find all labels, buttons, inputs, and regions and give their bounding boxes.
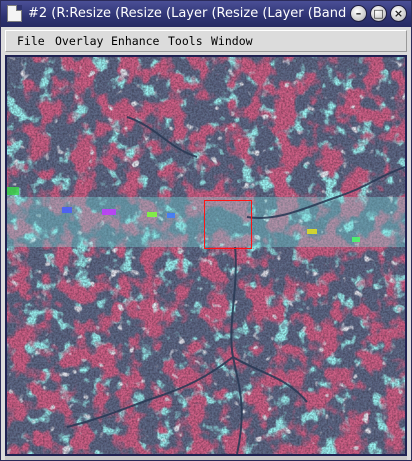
window-bottom-edge: [5, 456, 407, 460]
menu-enhance[interactable]: Enhance: [111, 33, 159, 50]
texture-layer: [7, 57, 405, 454]
maximize-button[interactable]: □: [370, 5, 387, 22]
document-icon: [7, 5, 22, 22]
title-bar[interactable]: #2 (R:Resize (Resize (Layer (Resize (Lay…: [1, 1, 411, 27]
zoom-region-box[interactable]: [204, 200, 252, 249]
image-window: #2 (R:Resize (Resize (Layer (Resize (Lay…: [0, 0, 412, 461]
menu-window[interactable]: Window: [211, 33, 253, 50]
menu-tools[interactable]: Tools: [168, 33, 203, 50]
maximize-icon: □: [373, 7, 384, 20]
window-title: #2 (R:Resize (Resize (Layer (Resize (Lay…: [28, 6, 346, 21]
close-button[interactable]: ×: [390, 5, 407, 22]
menu-bar: File Overlay Enhance Tools Window: [5, 30, 407, 52]
satellite-image-view[interactable]: [5, 55, 407, 456]
menu-file[interactable]: File: [17, 33, 45, 50]
menu-overlay[interactable]: Overlay: [55, 33, 103, 50]
minimize-icon: –: [355, 7, 362, 20]
close-icon: ×: [393, 7, 404, 20]
false-color-image: [7, 57, 405, 454]
minimize-button[interactable]: –: [350, 5, 367, 22]
